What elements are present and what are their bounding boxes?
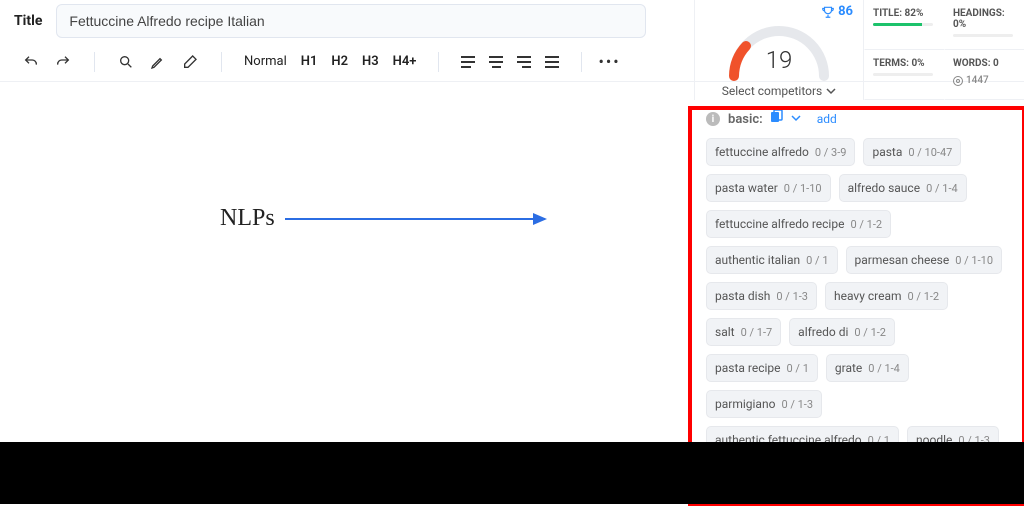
term-chip[interactable]: parmesan cheese0 / 1-10: [846, 246, 1002, 274]
divider: [94, 52, 95, 72]
term-chip[interactable]: grate0 / 1-4: [826, 354, 909, 382]
divider: [221, 52, 222, 72]
format-h4plus[interactable]: H4+: [389, 54, 421, 69]
nlp-group-label: basic:: [728, 112, 763, 127]
term-chip[interactable]: pasta water0 / 1-10: [706, 174, 831, 202]
title-input[interactable]: [56, 4, 646, 38]
term-chip[interactable]: fettuccine alfredo recipe0 / 1-2: [706, 210, 891, 238]
redo-button[interactable]: [50, 49, 76, 75]
highlighter-icon[interactable]: [145, 49, 171, 75]
eraser-icon[interactable]: [177, 49, 203, 75]
divider: [581, 52, 582, 72]
info-icon[interactable]: i: [706, 112, 720, 126]
trophy-value: 86: [838, 4, 853, 19]
score-gauge: 19: [724, 16, 834, 86]
metric-title: TITLE: 82%: [864, 0, 944, 50]
title-label: Title: [0, 13, 56, 29]
search-icon[interactable]: [113, 49, 139, 75]
term-chip[interactable]: heavy cream0 / 1-2: [825, 282, 948, 310]
editor-body[interactable]: [0, 82, 694, 442]
term-chip[interactable]: pasta0 / 10-47: [863, 138, 961, 166]
select-competitors-dropdown[interactable]: Select competitors: [722, 84, 836, 98]
format-h1[interactable]: H1: [297, 54, 322, 69]
target-icon: [953, 76, 963, 86]
term-chip[interactable]: pasta recipe0 / 1: [706, 354, 818, 382]
black-bar: [0, 442, 1024, 504]
chevron-down-icon: [826, 86, 836, 96]
term-chip[interactable]: alfredo sauce0 / 1-4: [839, 174, 967, 202]
divider: [438, 52, 439, 72]
metric-terms: TERMS: 0%: [864, 50, 944, 100]
gauge-score-value: 19: [724, 46, 834, 74]
copy-icon[interactable]: [771, 110, 783, 128]
format-h2[interactable]: H2: [327, 54, 352, 69]
more-options-button[interactable]: •••: [590, 52, 628, 71]
term-chip[interactable]: alfredo di0 / 1-2: [789, 318, 895, 346]
term-chip[interactable]: parmigiano0 / 1-3: [706, 390, 822, 418]
align-center-icon[interactable]: [485, 53, 507, 71]
term-chip[interactable]: salt0 / 1-7: [706, 318, 781, 346]
term-chip[interactable]: authentic italian0 / 1: [706, 246, 838, 274]
align-left-icon[interactable]: [457, 53, 479, 71]
term-chip[interactable]: pasta dish0 / 1-3: [706, 282, 817, 310]
arrow-icon: [285, 218, 545, 220]
align-right-icon[interactable]: [513, 53, 535, 71]
right-panel: 86 19 Select competitors TITLE: 82% HEAD…: [694, 0, 1024, 500]
undo-button[interactable]: [18, 49, 44, 75]
format-normal[interactable]: Normal: [240, 54, 291, 69]
nlp-terms-panel: i basic: add fettuccine alfredo0 / 3-9 pa…: [694, 100, 1024, 500]
chevron-down-icon[interactable]: [791, 113, 801, 126]
format-h3[interactable]: H3: [358, 54, 383, 69]
annotation-nlps: NLPs: [220, 205, 545, 232]
add-term-link[interactable]: add: [817, 112, 837, 126]
term-chip[interactable]: fettuccine alfredo0 / 3-9: [706, 138, 855, 166]
align-justify-icon[interactable]: [541, 53, 563, 71]
metric-headings: HEADINGS: 0%: [944, 0, 1024, 50]
metric-words: WORDS: 0 1447: [944, 50, 1024, 100]
